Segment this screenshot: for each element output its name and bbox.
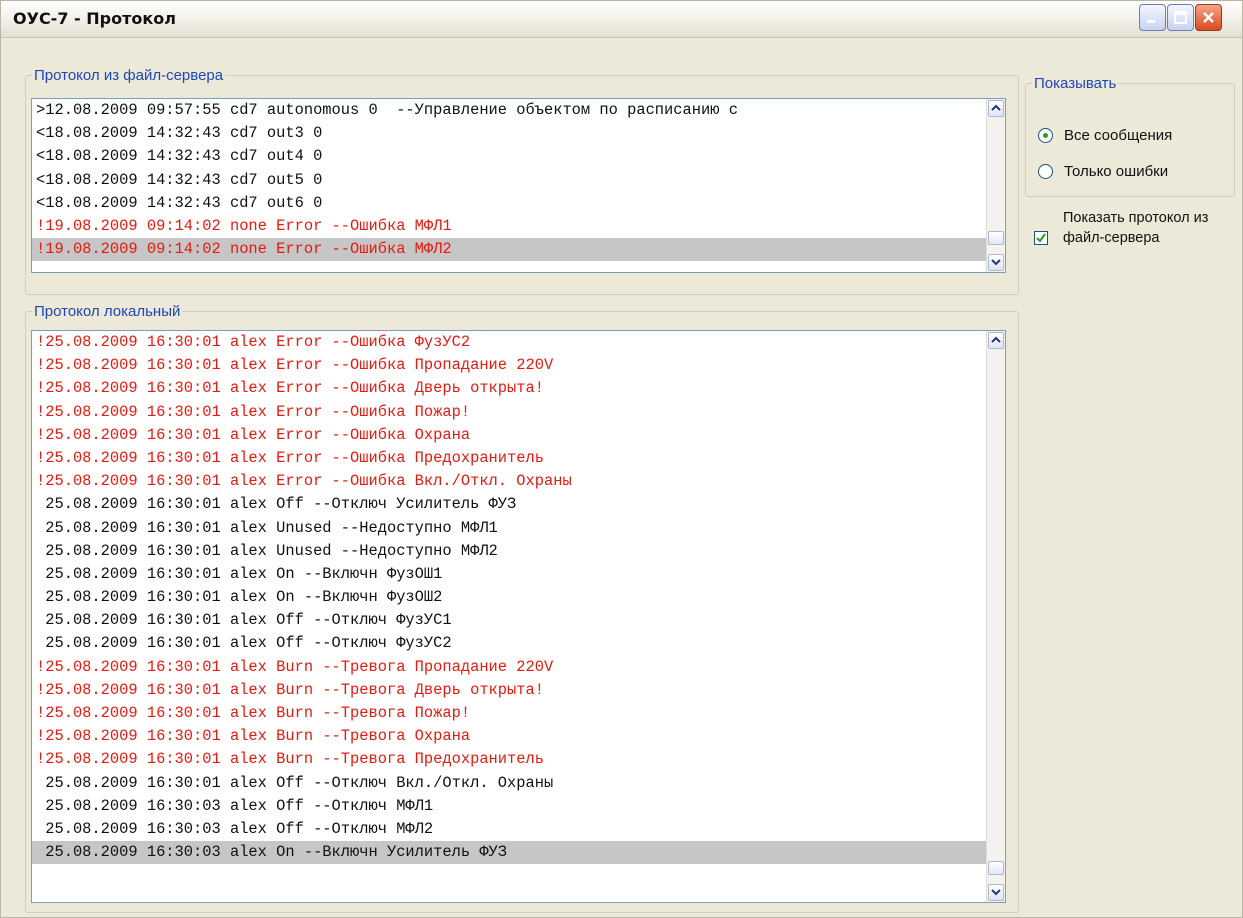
scroll-thumb[interactable] [988,861,1004,875]
show-server-protocol-checkbox[interactable] [1034,231,1048,245]
local-list-scrollbar[interactable] [986,331,1005,902]
chevron-up-icon [991,336,1001,343]
log-line[interactable]: !25.08.2009 16:30:01 alex Burn --Тревога… [32,748,987,771]
log-line[interactable]: !25.08.2009 16:30:01 alex Error --Ошибка… [32,401,987,424]
log-line[interactable]: 25.08.2009 16:30:03 alex Off --Отключ МФ… [32,795,987,818]
scroll-down-button[interactable] [988,884,1004,901]
show-options-label: Показывать [1034,75,1117,92]
scroll-down-button[interactable] [988,254,1004,271]
local-protocol-lines: !25.08.2009 16:30:01 alex Error --Ошибка… [32,331,987,865]
log-line[interactable]: !25.08.2009 16:30:01 alex Error --Ошибка… [32,377,987,400]
log-line[interactable]: <18.08.2009 14:32:43 cd7 out3 0 [32,122,987,145]
window-title: ОУС-7 - Протокол [13,9,176,28]
title-bar[interactable]: ОУС-7 - Протокол [1,1,1242,38]
protocol-window: ОУС-7 - Протокол Протокол из файл-сервер… [0,0,1243,918]
radio-button[interactable] [1038,164,1053,179]
log-line[interactable]: 25.08.2009 16:30:01 alex Unused --Недост… [32,540,987,563]
radio-errors-only-label: Только ошибки [1064,163,1169,180]
log-line[interactable]: !25.08.2009 16:30:01 alex Error --Ошибка… [32,354,987,377]
log-line[interactable]: 25.08.2009 16:30:01 alex Unused --Недост… [32,517,987,540]
log-line[interactable]: >12.08.2009 09:57:55 cd7 autonomous 0 --… [32,99,987,122]
log-line[interactable]: 25.08.2009 16:30:03 alex Off --Отключ МФ… [32,818,987,841]
maximize-button[interactable] [1167,4,1194,31]
radio-errors-only[interactable]: Только ошибки [1038,162,1228,184]
chevron-up-icon [991,104,1001,111]
log-line[interactable]: !25.08.2009 16:30:01 alex Error --Ошибка… [32,331,987,354]
log-line[interactable]: !25.08.2009 16:30:01 alex Burn --Тревога… [32,702,987,725]
radio-all-messages-label: Все сообщения [1064,127,1173,144]
scroll-up-button[interactable] [988,332,1004,349]
local-protocol-label: Протокол локальный [34,303,181,320]
radio-button[interactable] [1038,128,1053,143]
log-line[interactable]: !25.08.2009 16:30:01 alex Burn --Тревога… [32,656,987,679]
radio-all-messages[interactable]: Все сообщения [1038,126,1228,148]
check-icon [1036,233,1046,243]
log-line[interactable]: 25.08.2009 16:30:01 alex Off --Отключ Вк… [32,772,987,795]
chevron-down-icon [991,259,1001,266]
close-button[interactable] [1195,4,1222,31]
scroll-thumb[interactable] [988,231,1004,245]
log-line[interactable]: !25.08.2009 16:30:01 alex Burn --Тревога… [32,679,987,702]
log-line[interactable]: !25.08.2009 16:30:01 alex Error --Ошибка… [32,424,987,447]
server-protocol-list[interactable]: >12.08.2009 09:57:55 cd7 autonomous 0 --… [31,98,1006,273]
scroll-up-button[interactable] [988,100,1004,117]
log-line[interactable]: !25.08.2009 16:30:01 alex Error --Ошибка… [32,447,987,470]
log-line[interactable]: 25.08.2009 16:30:01 alex On --Включн Фуз… [32,563,987,586]
server-protocol-label: Протокол из файл-сервера [34,67,224,84]
minimize-button[interactable] [1139,4,1166,31]
log-line[interactable]: 25.08.2009 16:30:01 alex On --Включн Фуз… [32,586,987,609]
show-server-protocol-label: Показать протокол из файл-сервера [1063,210,1209,246]
log-line[interactable]: <18.08.2009 14:32:43 cd7 out6 0 [32,192,987,215]
minimize-icon [1147,20,1155,23]
log-line[interactable]: !25.08.2009 16:30:01 alex Burn --Тревога… [32,725,987,748]
log-line[interactable]: 25.08.2009 16:30:01 alex Off --Отключ Фу… [32,609,987,632]
radio-dot [1043,133,1048,138]
log-line[interactable]: !25.08.2009 16:30:01 alex Error --Ошибка… [32,470,987,493]
local-protocol-list[interactable]: !25.08.2009 16:30:01 alex Error --Ошибка… [31,330,1006,903]
show-options-group: Показывать Все сообщения Только ошибки [1025,75,1235,197]
maximize-icon [1174,11,1187,24]
close-icon [1203,12,1214,23]
log-line[interactable]: 25.08.2009 16:30:01 alex Off --Отключ Ус… [32,493,987,516]
log-line[interactable]: 25.08.2009 16:30:01 alex Off --Отключ Фу… [32,632,987,655]
server-protocol-lines: >12.08.2009 09:57:55 cd7 autonomous 0 --… [32,99,987,262]
chevron-down-icon [991,889,1001,896]
server-list-scrollbar[interactable] [986,99,1005,272]
log-line[interactable]: 25.08.2009 16:30:03 alex On --Включн Уси… [32,841,987,865]
log-line[interactable]: <18.08.2009 14:32:43 cd7 out4 0 [32,145,987,168]
log-line[interactable]: <18.08.2009 14:32:43 cd7 out5 0 [32,169,987,192]
log-line[interactable]: !19.08.2009 09:14:02 none Error --Ошибка… [32,238,987,262]
log-line[interactable]: !19.08.2009 09:14:02 none Error --Ошибка… [32,215,987,238]
